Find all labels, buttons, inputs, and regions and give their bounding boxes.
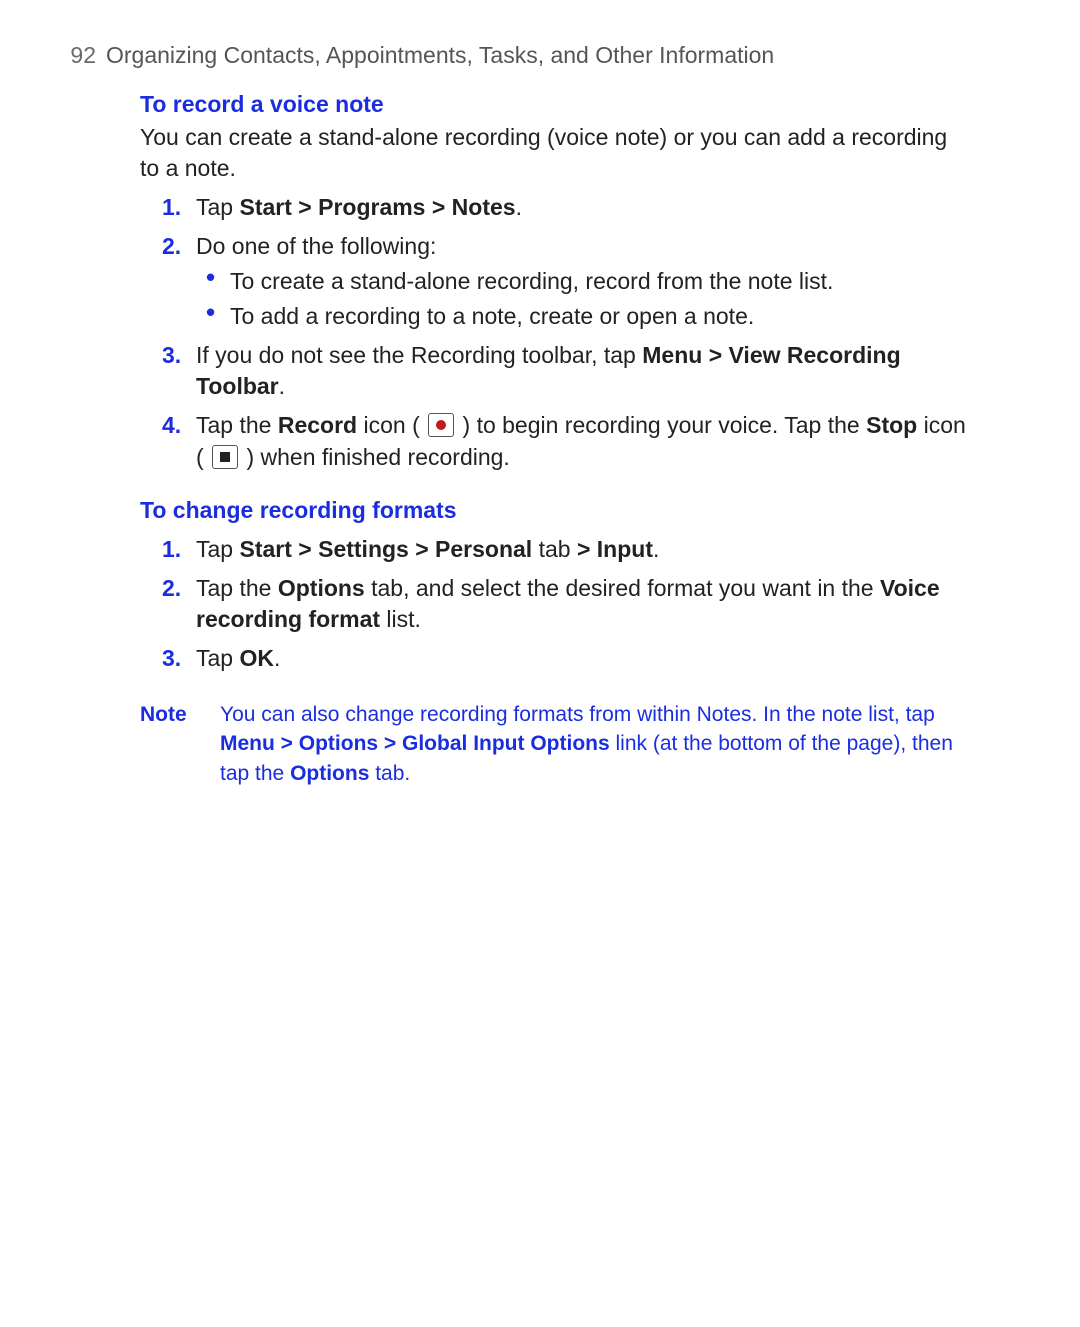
note-label: Note <box>140 700 220 788</box>
step-text: Do one of the following: <box>196 233 436 259</box>
step-2: Do one of the following: To create a sta… <box>196 231 970 332</box>
page-number: 92 <box>50 40 96 71</box>
note-bold: Menu > Options > Global Input Options <box>220 732 610 755</box>
bullet-1: To create a stand-alone recording, recor… <box>230 266 970 297</box>
section-heading-formats: To change recording formats <box>140 495 970 526</box>
section-heading-record: To record a voice note <box>140 89 970 120</box>
step-text: list. <box>380 606 421 632</box>
sub-bullets: To create a stand-alone recording, recor… <box>196 266 970 332</box>
step-text: If you do not see the Recording toolbar,… <box>196 342 642 368</box>
note-text: tab. <box>369 762 410 785</box>
record-icon <box>428 413 454 437</box>
section-lead-record: You can create a stand-alone recording (… <box>140 122 970 184</box>
step-1: Tap Start > Programs > Notes. <box>196 192 970 223</box>
step-text: ) to begin recording your voice. Tap the <box>456 412 866 438</box>
step-text: icon ( <box>357 412 426 438</box>
note-bold: Options <box>290 762 369 785</box>
steps-record: Tap Start > Programs > Notes. Do one of … <box>140 192 970 472</box>
steps-formats: Tap Start > Settings > Personal tab > In… <box>140 534 970 674</box>
stop-label: Stop <box>866 412 917 438</box>
bullet-text: To add a recording to a note, create or … <box>230 303 754 329</box>
step-text: tab, and select the desired format you w… <box>365 575 880 601</box>
chapter-title: Organizing Contacts, Appointments, Tasks… <box>106 40 774 71</box>
step-text: . <box>274 645 280 671</box>
step-4: Tap the Record icon ( ) to begin recordi… <box>196 410 970 472</box>
note-text: You can also change recording formats fr… <box>220 703 935 726</box>
step-text: Tap the <box>196 575 278 601</box>
step-2: Tap the Options tab, and select the desi… <box>196 573 970 635</box>
note-block: Note You can also change recording forma… <box>140 700 970 788</box>
bullet-2: To add a recording to a note, create or … <box>230 301 970 332</box>
step-bold: Start > Settings > Personal <box>239 536 532 562</box>
step-post: . <box>279 373 285 399</box>
step-3: If you do not see the Recording toolbar,… <box>196 340 970 402</box>
step-text: Tap the <box>196 412 278 438</box>
step-bold: Options <box>278 575 365 601</box>
step-text: tab <box>532 536 577 562</box>
step-post: . <box>516 194 522 220</box>
bullet-text: To create a stand-alone recording, recor… <box>230 268 833 294</box>
step-bold: > Input <box>577 536 653 562</box>
step-bold: Start > Programs > Notes <box>239 194 515 220</box>
step-text: Tap <box>196 645 239 671</box>
manual-page: 92 Organizing Contacts, Appointments, Ta… <box>0 0 1080 1327</box>
step-1: Tap Start > Settings > Personal tab > In… <box>196 534 970 565</box>
step-text: Tap <box>196 536 239 562</box>
step-text: . <box>653 536 659 562</box>
record-label: Record <box>278 412 357 438</box>
step-text: ) when finished recording. <box>240 444 510 470</box>
page-header: 92 Organizing Contacts, Appointments, Ta… <box>50 40 970 71</box>
page-content: To record a voice note You can create a … <box>140 89 970 788</box>
stop-icon <box>212 445 238 469</box>
note-body: You can also change recording formats fr… <box>220 700 970 788</box>
step-text: Tap <box>196 194 239 220</box>
step-bold: OK <box>239 645 274 671</box>
step-3: Tap OK. <box>196 643 970 674</box>
